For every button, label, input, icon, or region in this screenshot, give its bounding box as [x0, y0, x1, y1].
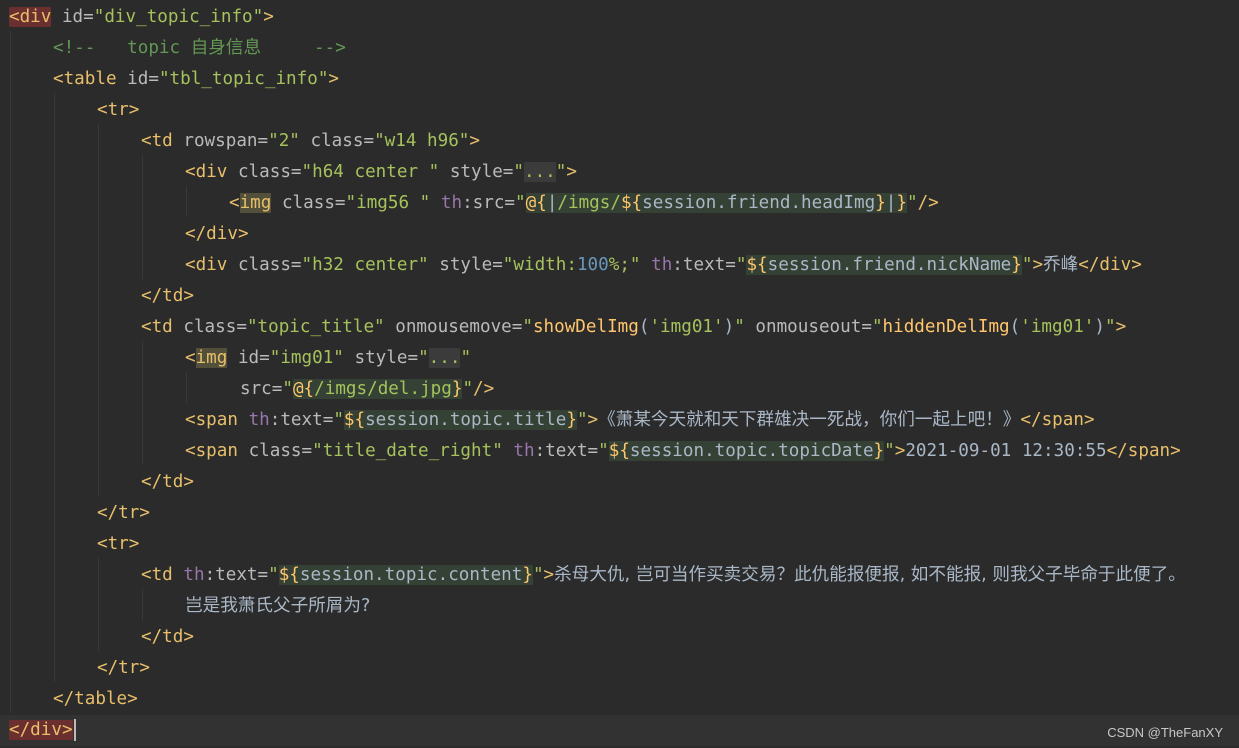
code-text: <tr>	[97, 100, 140, 120]
code-line-20[interactable]: 岂是我萧氏父子所屑为?	[0, 591, 1239, 622]
code-line-14[interactable]: <span th:text="${session.topic.title}">《…	[0, 405, 1239, 436]
code-line-16[interactable]: </td>	[0, 467, 1239, 498]
code-line-13[interactable]: src="@{/imgs/del.jpg}"/>	[0, 374, 1239, 405]
code-line-19[interactable]: <td th:text="${session.topic.content}">杀…	[0, 560, 1239, 591]
code-line-21[interactable]: </td>	[0, 622, 1239, 653]
code-text: </td>	[141, 472, 194, 492]
code-line-10[interactable]: </td>	[0, 281, 1239, 312]
code-text: </td>	[141, 286, 194, 306]
code-text: <span class="title_date_right" th:text="…	[185, 441, 1181, 461]
code-text: <tr>	[97, 534, 140, 554]
code-line-12[interactable]: <img id="img01" style="..."	[0, 343, 1239, 374]
code-text: <table id="tbl_topic_info">	[53, 69, 340, 89]
code-text: <div id="div_topic_info">	[9, 7, 274, 27]
code-line-1[interactable]: <div id="div_topic_info">	[0, 2, 1239, 33]
code-line-18[interactable]: <tr>	[0, 529, 1239, 560]
code-line-9[interactable]: <div class="h32 center" style="width:100…	[0, 250, 1239, 281]
code-line-4[interactable]: <tr>	[0, 95, 1239, 126]
code-text: <div class="h64 center " style="...">	[185, 162, 577, 182]
code-line-2[interactable]: <!-- topic 自身信息 -->	[0, 33, 1239, 64]
code-text: </table>	[53, 689, 138, 709]
code-line-6[interactable]: <div class="h64 center " style="...">	[0, 157, 1239, 188]
code-text: 岂是我萧氏父子所屑为?	[185, 596, 371, 616]
watermark: CSDN @TheFanXY	[1107, 725, 1223, 740]
folded-region[interactable]: ...	[523, 162, 556, 182]
code-line-3[interactable]: <table id="tbl_topic_info">	[0, 64, 1239, 95]
code-text: <img class="img56 " th:src="@{|/imgs/${s…	[229, 193, 939, 213]
text-caret	[73, 719, 76, 741]
code-line-7[interactable]: <img class="img56 " th:src="@{|/imgs/${s…	[0, 188, 1239, 219]
code-text: </div>	[185, 224, 249, 244]
folded-region[interactable]: ...	[428, 348, 461, 368]
code-line-24[interactable]: </div>	[0, 715, 1239, 746]
code-comment: <!-- topic 自身信息 -->	[53, 38, 346, 58]
code-text: src="@{/imgs/del.jpg}"/>	[240, 379, 495, 399]
code-text: <img id="img01" style="..."	[185, 348, 472, 368]
code-line-22[interactable]: </tr>	[0, 653, 1239, 684]
code-text: <td class="topic_title" onmousemove="sho…	[141, 317, 1127, 337]
code-text: </tr>	[97, 503, 150, 523]
code-text: <span th:text="${session.topic.title}">《…	[185, 410, 1095, 430]
code-text: </td>	[141, 627, 194, 647]
code-line-23[interactable]: </table>	[0, 684, 1239, 715]
code-line-11[interactable]: <td class="topic_title" onmousemove="sho…	[0, 312, 1239, 343]
code-text: </tr>	[97, 658, 150, 678]
code-text: <td th:text="${session.topic.content}">杀…	[141, 565, 1186, 585]
code-editor[interactable]: <div id="div_topic_info"> <!-- topic 自身信…	[0, 0, 1239, 748]
code-text: <td rowspan="2" class="w14 h96">	[141, 131, 480, 151]
code-text: <div class="h32 center" style="width:100…	[185, 255, 1142, 275]
code-text: </div>	[9, 715, 76, 746]
code-line-8[interactable]: </div>	[0, 219, 1239, 250]
code-line-15[interactable]: <span class="title_date_right" th:text="…	[0, 436, 1239, 467]
code-line-17[interactable]: </tr>	[0, 498, 1239, 529]
code-line-5[interactable]: <td rowspan="2" class="w14 h96">	[0, 126, 1239, 157]
